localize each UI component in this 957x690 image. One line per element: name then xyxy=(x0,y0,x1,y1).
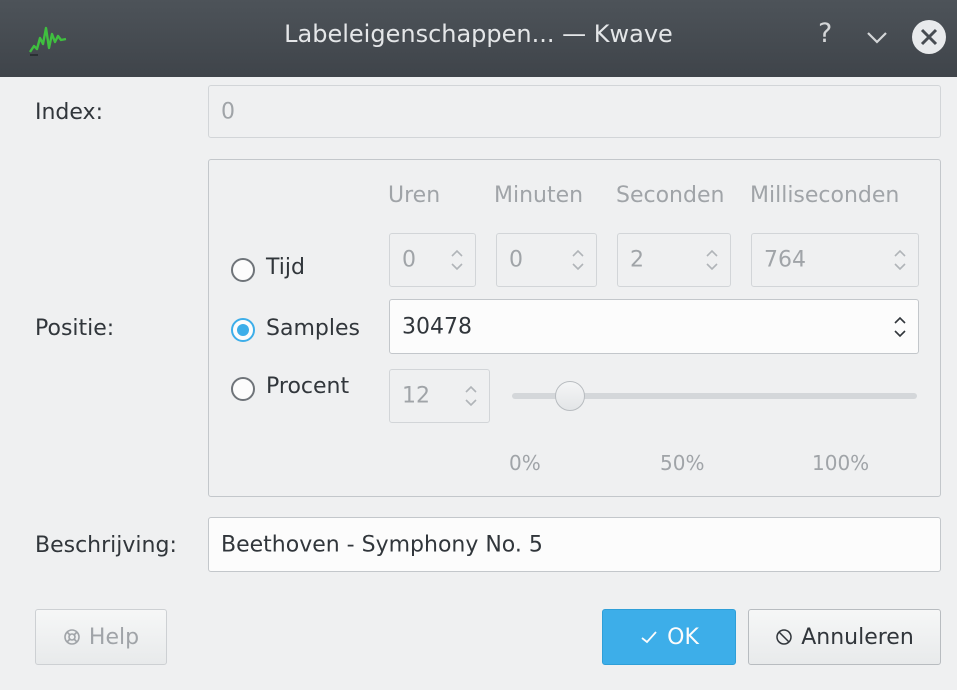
help-lifebuoy-icon xyxy=(64,629,80,645)
hours-value: 0 xyxy=(402,247,416,273)
column-milliseconds-header: Milliseconden xyxy=(750,183,900,208)
spin-arrows-icon[interactable] xyxy=(570,247,586,273)
chevron-down-icon[interactable] xyxy=(864,24,890,50)
description-label: Beschrijving: xyxy=(35,533,177,558)
samples-radio-label[interactable]: Samples xyxy=(266,316,360,341)
seconds-value: 2 xyxy=(630,247,644,273)
percent-slider-handle[interactable] xyxy=(555,381,585,411)
slider-tick-0: 0% xyxy=(509,451,541,475)
milliseconds-value: 764 xyxy=(764,247,806,273)
column-hours-header: Uren xyxy=(388,183,441,208)
cancel-button-label: Annuleren xyxy=(801,624,914,650)
description-input[interactable]: Beethoven - Symphony No. 5 xyxy=(208,517,941,572)
seconds-spinbox[interactable]: 2 xyxy=(617,233,731,287)
samples-radio[interactable] xyxy=(231,318,255,342)
cancel-icon xyxy=(776,629,792,645)
percent-radio-label[interactable]: Procent xyxy=(266,374,349,399)
index-label: Index: xyxy=(35,100,103,125)
help-button-label: Help xyxy=(88,624,140,650)
samples-value: 30478 xyxy=(402,314,472,339)
index-field: 0 xyxy=(208,85,941,138)
spin-arrows-icon[interactable] xyxy=(892,314,908,340)
close-icon[interactable] xyxy=(911,19,947,55)
percent-radio[interactable] xyxy=(231,377,255,401)
samples-spinbox[interactable]: 30478 xyxy=(389,299,919,354)
index-value: 0 xyxy=(221,99,235,124)
cancel-button[interactable]: Annuleren xyxy=(748,609,941,665)
checkmark-icon xyxy=(641,631,657,644)
whats-this-help-icon[interactable]: ? xyxy=(818,18,832,49)
minutes-spinbox[interactable]: 0 xyxy=(496,233,597,287)
ok-button[interactable]: OK xyxy=(602,609,736,665)
percent-spinbox[interactable]: 12 xyxy=(389,369,490,423)
position-label: Positie: xyxy=(35,316,115,341)
spin-arrows-icon[interactable] xyxy=(704,247,720,273)
spin-arrows-icon[interactable] xyxy=(463,383,479,409)
milliseconds-spinbox[interactable]: 764 xyxy=(751,233,919,287)
hours-spinbox[interactable]: 0 xyxy=(389,233,476,287)
slider-tick-100: 100% xyxy=(812,451,870,475)
percent-value: 12 xyxy=(402,383,430,409)
window-titlebar[interactable]: Labeleigenschappen... — Kwave ? xyxy=(0,0,957,77)
time-radio[interactable] xyxy=(231,258,255,282)
ok-button-label: OK xyxy=(667,624,699,650)
spin-arrows-icon[interactable] xyxy=(449,247,465,273)
spin-arrows-icon[interactable] xyxy=(892,247,908,273)
slider-tick-50: 50% xyxy=(660,451,705,475)
minutes-value: 0 xyxy=(509,247,523,273)
column-seconds-header: Seconden xyxy=(616,183,725,208)
window-title: Labeleigenschappen... — Kwave xyxy=(284,20,673,48)
description-value: Beethoven - Symphony No. 5 xyxy=(221,532,543,557)
time-radio-label[interactable]: Tijd xyxy=(266,255,305,280)
column-minutes-header: Minuten xyxy=(494,183,584,208)
help-button[interactable]: Help xyxy=(35,609,167,665)
